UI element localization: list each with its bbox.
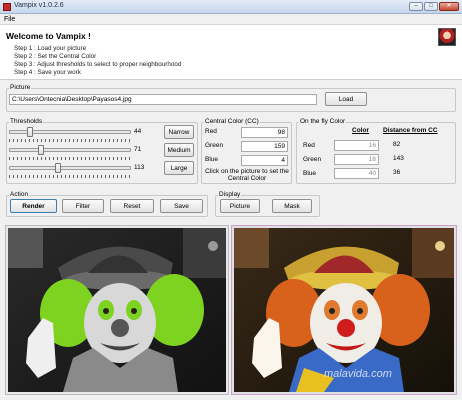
cc-blue-field[interactable]: 4	[241, 155, 288, 166]
menu-file[interactable]: File	[4, 16, 15, 23]
thresholds-group-label: Thresholds	[9, 118, 44, 125]
filter-button[interactable]: Filter	[62, 199, 104, 213]
cc-red-label: Red	[205, 128, 217, 135]
otf-blue-distance: 36	[393, 169, 401, 176]
medium-button[interactable]: Medium	[164, 143, 194, 157]
otf-green-label: Green	[303, 156, 322, 163]
threshold-slider-3[interactable]	[9, 162, 131, 180]
cc-hint: Click on the picture to set the Central …	[205, 168, 289, 182]
step-3: Step 3 : Adjust thresholds to select to …	[14, 61, 182, 68]
cc-blue-label: Blue	[205, 156, 219, 163]
threshold-slider-2[interactable]	[9, 144, 131, 162]
vampix-logo	[438, 28, 456, 46]
picture-path-field[interactable]: C:\Users\Ontecnia\Desktop\Payasos4.jpg	[9, 94, 317, 105]
app-icon	[3, 3, 11, 11]
step-1: Step 1 : Load your picture	[14, 45, 87, 52]
window-title: Vampix v1.0.2.6	[14, 2, 64, 9]
threshold-value-3: 113	[134, 164, 145, 171]
slider-thumb[interactable]	[38, 145, 44, 155]
action-group-label: Action	[9, 191, 30, 198]
threshold-value-1: 44	[134, 128, 142, 135]
otf-green-field: 16	[334, 154, 379, 165]
watermark-text: malavida.com	[324, 368, 392, 380]
menu-bar: File	[0, 14, 462, 25]
slider-thumb[interactable]	[27, 127, 33, 137]
step-2: Step 2 : Set the Central Color	[14, 53, 97, 60]
render-button[interactable]: Render	[10, 199, 57, 213]
load-button[interactable]: Load	[325, 92, 367, 106]
otf-distance-header: Distance from CC	[383, 127, 438, 134]
cc-red-field[interactable]: 98	[241, 127, 288, 138]
clown-grayscale-image	[8, 228, 226, 392]
otf-red-distance: 82	[393, 141, 401, 148]
otf-red-field: 16	[334, 140, 379, 151]
otf-red-label: Red	[303, 142, 315, 149]
save-button[interactable]: Save	[160, 199, 203, 213]
original-picture[interactable]	[5, 225, 229, 395]
cc-green-label: Green	[205, 142, 224, 149]
otf-green-distance: 143	[393, 155, 404, 162]
threshold-value-2: 71	[134, 146, 142, 153]
display-group-label: Display	[218, 191, 242, 198]
otf-blue-field: 40	[334, 168, 379, 179]
on-the-fly-group-label: On the fly Color	[299, 118, 347, 125]
display-mask-button[interactable]: Mask	[272, 199, 312, 213]
title-bar: Vampix v1.0.2.6 – □ ✕	[0, 0, 462, 14]
cc-green-field[interactable]: 159	[241, 141, 288, 152]
display-picture-button[interactable]: Picture	[220, 199, 260, 213]
large-button[interactable]: Large	[164, 161, 194, 175]
narrow-button[interactable]: Narrow	[164, 125, 194, 139]
close-button[interactable]: ✕	[439, 2, 459, 11]
picture-group-label: Picture	[9, 84, 32, 91]
otf-blue-label: Blue	[303, 170, 317, 177]
maximize-button[interactable]: □	[424, 2, 438, 11]
step-4: Step 4 : Save your work	[14, 69, 81, 76]
slider-thumb[interactable]	[55, 163, 61, 173]
rendered-picture[interactable]: malavida.com	[231, 225, 457, 395]
welcome-heading: Welcome to Vampix !	[6, 31, 91, 41]
reset-button[interactable]: Reset	[110, 199, 154, 213]
central-color-group-label: Central Color (CC)	[204, 118, 260, 125]
otf-color-header: Color	[352, 127, 369, 134]
threshold-slider-1[interactable]	[9, 126, 131, 144]
minimize-button[interactable]: –	[409, 2, 423, 11]
